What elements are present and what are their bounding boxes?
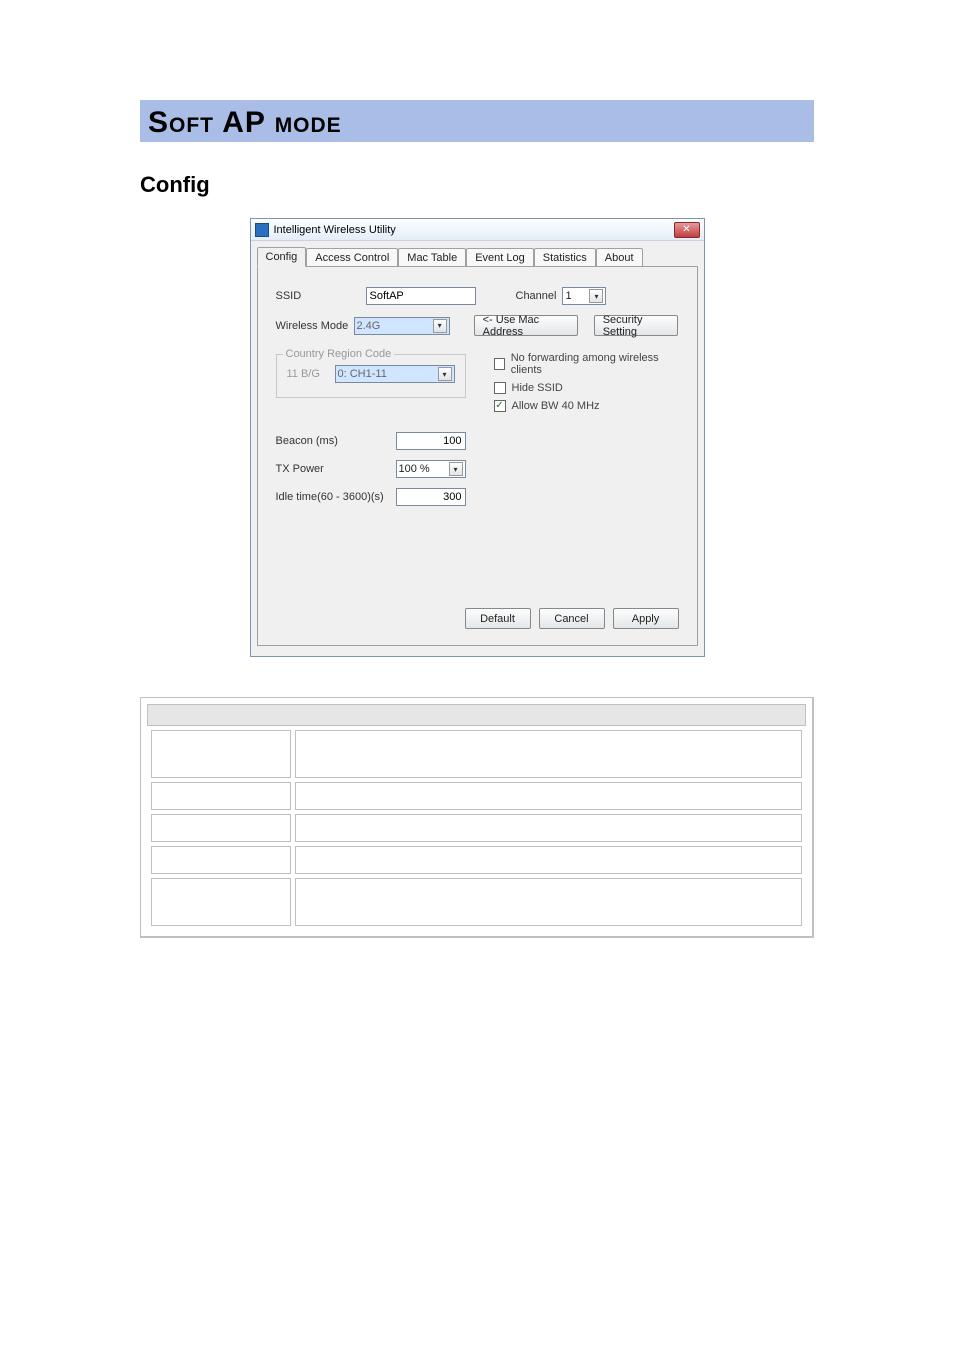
table-row bbox=[151, 846, 802, 874]
cell-key bbox=[151, 814, 291, 842]
description-table bbox=[147, 726, 806, 930]
txpower-select[interactable]: 100 % ▾ bbox=[396, 460, 466, 478]
tab-statistics[interactable]: Statistics bbox=[534, 248, 596, 268]
cell-value bbox=[295, 878, 802, 926]
description-table-outer bbox=[140, 697, 814, 938]
tab-access-control[interactable]: Access Control bbox=[306, 248, 398, 268]
bg-region-value: 0: CH1-11 bbox=[338, 368, 387, 380]
checkbox-icon bbox=[494, 358, 505, 370]
channel-value: 1 bbox=[565, 290, 571, 302]
window-title: Intelligent Wireless Utility bbox=[274, 224, 674, 236]
screenshot-container: Intelligent Wireless Utility ✕ Config Ac… bbox=[140, 218, 814, 657]
cell-key bbox=[151, 846, 291, 874]
cell-key bbox=[151, 730, 291, 778]
cell-value bbox=[295, 782, 802, 810]
cell-value bbox=[295, 730, 802, 778]
label-idle-time: Idle time(60 - 3600)(s) bbox=[276, 491, 396, 503]
checkbox-label: Hide SSID bbox=[512, 382, 563, 394]
checkbox-hide-ssid[interactable]: Hide SSID bbox=[494, 382, 679, 394]
checkbox-allow-bw40[interactable]: ✓ Allow BW 40 MHz bbox=[494, 400, 679, 412]
checkbox-icon bbox=[494, 382, 506, 394]
table-row bbox=[151, 814, 802, 842]
label-txpower: TX Power bbox=[276, 463, 396, 475]
cell-key bbox=[151, 782, 291, 810]
heading-soft-ap-mode: Soft AP mode bbox=[140, 100, 814, 142]
beacon-input[interactable] bbox=[396, 432, 466, 450]
checkbox-icon: ✓ bbox=[494, 400, 506, 412]
close-icon[interactable]: ✕ bbox=[674, 222, 700, 238]
titlebar: Intelligent Wireless Utility ✕ bbox=[251, 219, 704, 241]
cell-value bbox=[295, 814, 802, 842]
chevron-down-icon: ▾ bbox=[433, 319, 447, 333]
tab-event-log[interactable]: Event Log bbox=[466, 248, 534, 268]
tab-mac-table[interactable]: Mac Table bbox=[398, 248, 466, 268]
label-beacon: Beacon (ms) bbox=[276, 435, 396, 447]
tab-about[interactable]: About bbox=[596, 248, 643, 268]
app-window: Intelligent Wireless Utility ✕ Config Ac… bbox=[250, 218, 705, 657]
bg-region-select: 0: CH1-11 ▾ bbox=[335, 365, 455, 383]
heading-config: Config bbox=[140, 172, 814, 198]
ssid-input[interactable] bbox=[366, 287, 476, 305]
checkbox-label: Allow BW 40 MHz bbox=[512, 400, 600, 412]
cell-value bbox=[295, 846, 802, 874]
app-icon bbox=[255, 223, 269, 237]
table-row bbox=[151, 878, 802, 926]
wireless-mode-select[interactable]: 2.4G ▾ bbox=[354, 317, 450, 335]
tab-page-config: SSID Channel 1 ▾ Wireless Mode 2.4G bbox=[257, 266, 698, 646]
apply-button[interactable]: Apply bbox=[613, 608, 679, 629]
txpower-value: 100 % bbox=[399, 463, 430, 475]
chevron-down-icon: ▾ bbox=[589, 289, 603, 303]
idle-time-input[interactable] bbox=[396, 488, 466, 506]
label-channel: Channel bbox=[516, 290, 557, 302]
wireless-mode-value: 2.4G bbox=[357, 320, 381, 332]
table-row bbox=[151, 730, 802, 778]
tab-config[interactable]: Config bbox=[257, 247, 307, 267]
security-setting-button[interactable]: Security Setting bbox=[594, 315, 679, 336]
group-legend: Country Region Code bbox=[283, 348, 395, 360]
chevron-down-icon: ▾ bbox=[438, 367, 452, 381]
window-body: Config Access Control Mac Table Event Lo… bbox=[251, 241, 704, 656]
checkbox-label: No forwarding among wireless clients bbox=[511, 352, 679, 376]
use-mac-address-button[interactable]: <- Use Mac Address bbox=[474, 315, 578, 336]
tab-strip: Config Access Control Mac Table Event Lo… bbox=[257, 247, 698, 267]
label-11bg: 11 B/G bbox=[287, 368, 335, 380]
channel-select[interactable]: 1 ▾ bbox=[562, 287, 606, 305]
label-ssid: SSID bbox=[276, 290, 366, 302]
checkbox-no-forwarding[interactable]: No forwarding among wireless clients bbox=[494, 352, 679, 376]
cell-key bbox=[151, 878, 291, 926]
description-table-header bbox=[147, 704, 806, 726]
default-button[interactable]: Default bbox=[465, 608, 531, 629]
cancel-button[interactable]: Cancel bbox=[539, 608, 605, 629]
label-wireless-mode: Wireless Mode bbox=[276, 320, 354, 332]
group-country-region: Country Region Code 11 B/G 0: CH1-11 ▾ bbox=[276, 354, 466, 398]
chevron-down-icon: ▾ bbox=[449, 462, 463, 476]
table-row bbox=[151, 782, 802, 810]
